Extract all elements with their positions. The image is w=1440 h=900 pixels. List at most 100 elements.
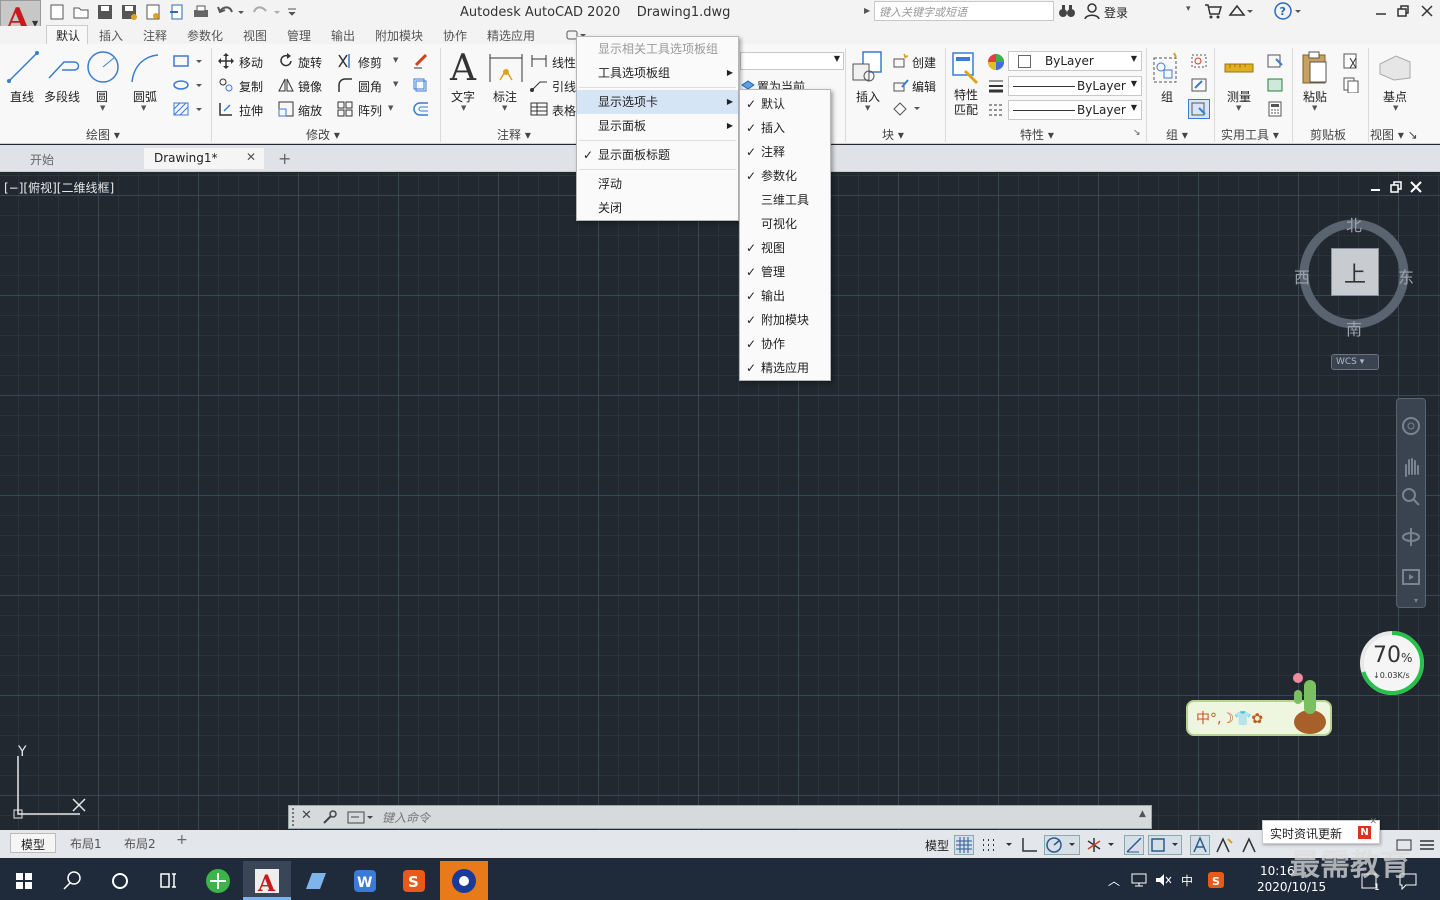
network-tray-icon[interactable] xyxy=(1130,872,1148,888)
wcs-menu[interactable]: WCS ▾ xyxy=(1331,354,1379,370)
help-icon[interactable]: ? xyxy=(1274,2,1302,20)
paste-button[interactable]: 粘贴 xyxy=(1303,88,1327,105)
hatch-icon[interactable] xyxy=(172,102,204,116)
menu-item-show-tabs[interactable]: 显示选项卡 ▶ xyxy=(577,90,738,114)
tab-parametric[interactable]: 参数化 xyxy=(187,27,223,44)
group-icon[interactable] xyxy=(1152,52,1180,86)
tab-model[interactable]: 模型 xyxy=(10,833,57,853)
groups-panel-title[interactable]: 组 ▾ xyxy=(1166,126,1188,143)
explode-icon[interactable] xyxy=(412,77,430,93)
submenu-item-3d-tools[interactable]: 三维工具 xyxy=(740,188,830,212)
command-grip-icon[interactable] xyxy=(292,808,298,826)
command-expand-icon[interactable]: ▲ xyxy=(1139,809,1146,819)
array-button[interactable]: 阵列 xyxy=(358,102,382,119)
line-icon[interactable] xyxy=(6,50,40,84)
submenu-item-featured-apps[interactable]: ✓ 精选应用 xyxy=(740,356,830,380)
snap-icon[interactable] xyxy=(980,837,1016,853)
windows-start-icon[interactable] xyxy=(0,861,48,900)
new-tab-icon[interactable]: + xyxy=(278,149,291,168)
close-tab-icon[interactable]: ✕ xyxy=(246,150,256,164)
close-icon[interactable] xyxy=(1420,3,1434,19)
cortana-icon[interactable] xyxy=(96,861,144,900)
chevron-down-icon[interactable]: ▼ xyxy=(1393,104,1398,112)
annotation-scale-icon[interactable] xyxy=(1240,837,1260,853)
viewport-restore-icon[interactable] xyxy=(1389,180,1403,194)
text-icon[interactable]: A xyxy=(450,48,476,89)
sogou-taskbar-icon[interactable]: S xyxy=(390,861,438,900)
polar-icon[interactable] xyxy=(1044,835,1080,855)
text-button[interactable]: 文字 xyxy=(451,88,475,105)
lineweight-dropdown[interactable]: ByLayer ▼ xyxy=(1008,76,1142,96)
insert-block-icon[interactable] xyxy=(851,50,885,86)
view-panel-title[interactable]: 视图 ▾ ↘ xyxy=(1370,126,1418,143)
connect-icon[interactable] xyxy=(1228,3,1254,19)
search-input[interactable]: 键入关键字或短语 xyxy=(874,1,1054,21)
viewcube-south[interactable]: 南 xyxy=(1346,316,1362,340)
table-button[interactable]: 表格 xyxy=(552,102,576,119)
copy-button[interactable]: 复制 xyxy=(239,78,263,95)
tab-featured-apps[interactable]: 精选应用 xyxy=(487,27,535,44)
trim-button[interactable]: 修剪 xyxy=(358,54,382,71)
start-tab[interactable]: 开始 xyxy=(20,148,143,169)
ime-language-indicator[interactable]: 中 xyxy=(1181,872,1193,889)
rotate-button[interactable]: 旋转 xyxy=(298,54,322,71)
menu-item-float[interactable]: 浮动 xyxy=(577,172,738,196)
chevron-up-icon[interactable]: ︿ xyxy=(1108,872,1120,889)
block-panel-title[interactable]: 块 ▾ xyxy=(882,126,904,143)
attribute-icon[interactable] xyxy=(892,101,922,117)
chevron-down-icon[interactable]: ▼ xyxy=(141,104,146,112)
tab-manage[interactable]: 管理 xyxy=(287,27,311,44)
undo-icon[interactable] xyxy=(216,3,246,21)
polyline-icon[interactable] xyxy=(46,52,80,82)
viewport-minimize-icon[interactable] xyxy=(1369,180,1383,194)
edit-block-button[interactable]: 编辑 xyxy=(912,78,936,95)
chevron-down-icon[interactable]: ▼ xyxy=(461,104,466,112)
viewcube-west[interactable]: 西 xyxy=(1294,264,1310,288)
menu-item-show-panels[interactable]: 显示面板 ▶ xyxy=(577,114,738,138)
match-properties-button[interactable]: 特性 匹配 xyxy=(954,88,980,118)
tab-insert[interactable]: 插入 xyxy=(99,27,123,44)
match-properties-icon[interactable] xyxy=(951,51,981,85)
annotation-visibility-icon[interactable] xyxy=(1190,835,1210,855)
color-dropdown[interactable]: ByLayer ▼ xyxy=(1008,51,1142,71)
zoom-extents-icon[interactable] xyxy=(1401,486,1421,508)
tab-annotate[interactable]: 注释 xyxy=(143,27,167,44)
tab-addins[interactable]: 附加模块 xyxy=(375,27,423,44)
login-button[interactable]: 登录 xyxy=(1104,4,1128,21)
measure-button[interactable]: 测量 xyxy=(1227,88,1251,105)
command-input[interactable]: 键入命令 xyxy=(382,809,430,826)
move-button[interactable]: 移动 xyxy=(239,54,263,71)
linear-button[interactable]: 线性 xyxy=(552,54,576,71)
steering-wheel-icon[interactable] xyxy=(1401,416,1421,436)
viewcube-north[interactable]: 北 xyxy=(1346,212,1362,236)
share-icon[interactable] xyxy=(168,3,186,21)
save-icon[interactable] xyxy=(96,3,114,21)
offset-icon[interactable] xyxy=(412,101,430,117)
polyline-button[interactable]: 多段线 xyxy=(44,88,80,105)
chevron-down-icon[interactable]: ▼ xyxy=(502,104,507,112)
volume-muted-icon[interactable] xyxy=(1154,872,1172,888)
rectangle-icon[interactable] xyxy=(172,54,204,68)
drawing-tab[interactable]: Drawing1* ✕ xyxy=(144,148,264,169)
properties-panel-title[interactable]: 特性 ▾ xyxy=(1020,126,1054,143)
viewport-close-icon[interactable] xyxy=(1409,180,1423,194)
command-customize-icon[interactable] xyxy=(322,809,338,825)
object-snap-icon[interactable] xyxy=(1148,835,1182,855)
fillet-button[interactable]: 圆角 xyxy=(358,78,382,95)
open-web-icon[interactable] xyxy=(144,3,162,21)
search-taskbar-icon[interactable] xyxy=(48,861,96,900)
binoculars-icon[interactable] xyxy=(1058,3,1076,19)
command-close-icon[interactable]: ✕ xyxy=(301,808,312,823)
submenu-item-output[interactable]: ✓ 输出 xyxy=(740,284,830,308)
annotation-panel-title[interactable]: 注释 ▾ xyxy=(497,126,531,143)
submenu-item-default[interactable]: ✓ 默认 xyxy=(740,92,830,116)
menu-item-tool-palette-groups[interactable]: 工具选项板组 ▶ xyxy=(577,61,738,85)
task-view-icon[interactable] xyxy=(144,861,192,900)
chevron-down-icon[interactable]: ▼ xyxy=(388,104,393,112)
tab-layout1[interactable]: 布局1 xyxy=(60,833,112,853)
base-button[interactable]: 基点 xyxy=(1383,88,1407,105)
viewcube-face[interactable]: 上 xyxy=(1331,248,1379,296)
add-layout-icon[interactable]: + xyxy=(176,832,188,848)
open-file-icon[interactable] xyxy=(72,3,90,21)
restore-icon[interactable] xyxy=(1396,3,1410,19)
